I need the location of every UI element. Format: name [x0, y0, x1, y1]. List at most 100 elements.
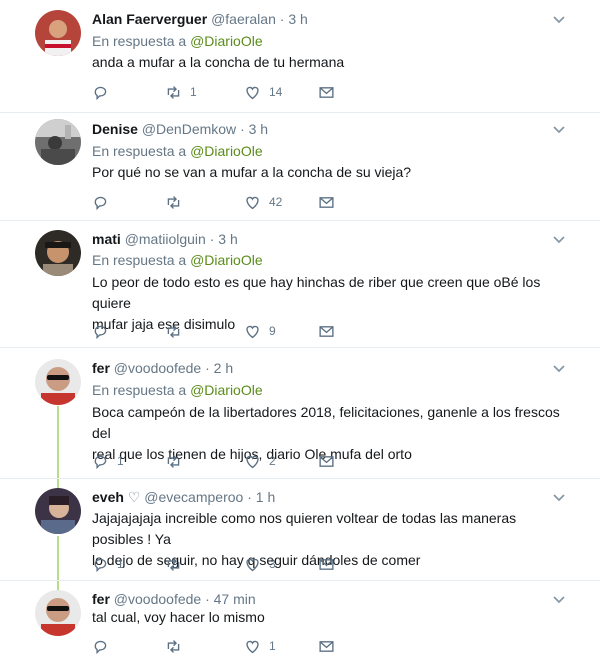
like-button[interactable]: 3 [244, 554, 276, 574]
reply-icon [94, 640, 107, 654]
reply-prefix: En respuesta a [92, 382, 187, 398]
reply-button[interactable] [92, 82, 117, 102]
avatar[interactable] [35, 359, 81, 405]
tweet-text: Por qué no se van a mufar a la concha de… [92, 162, 562, 183]
author-handle[interactable]: @matiiolguin [125, 231, 206, 247]
dm-button[interactable] [318, 554, 335, 574]
envelope-icon [319, 558, 334, 570]
chevron-down-icon[interactable] [552, 125, 566, 135]
reply-context: En respuesta a @DiarioOle [92, 32, 263, 50]
tweet[interactable]: eveh ♡ @evecamperoo · 1 h Jajajajajaja i… [0, 478, 600, 578]
author-name[interactable]: Alan Faerverguer [92, 11, 207, 27]
retweet-button[interactable] [165, 554, 190, 574]
separator-dot: · [205, 360, 210, 376]
dm-button[interactable] [318, 451, 335, 471]
reply-button[interactable] [92, 192, 117, 212]
tweet-actions: 1 3 [92, 554, 352, 574]
author-name[interactable]: eveh [92, 489, 124, 505]
mention-link[interactable]: @DiarioOle [190, 252, 263, 268]
like-count: 3 [269, 557, 276, 571]
avatar[interactable] [35, 230, 81, 276]
retweet-icon [167, 85, 180, 99]
like-button[interactable]: 42 [244, 192, 282, 212]
author-handle[interactable]: @faeralan [211, 11, 276, 27]
retweet-button[interactable] [165, 636, 190, 656]
author-handle[interactable]: @evecamperoo [144, 489, 243, 505]
mention-link[interactable]: @DiarioOle [190, 382, 263, 398]
like-button[interactable]: 1 [244, 636, 276, 656]
timestamp[interactable]: 47 min [214, 591, 256, 607]
separator-dot: · [205, 591, 210, 607]
timestamp[interactable]: 2 h [214, 360, 233, 376]
reply-prefix: En respuesta a [92, 143, 187, 159]
like-button[interactable]: 14 [244, 82, 282, 102]
chevron-down-icon[interactable] [552, 235, 566, 245]
reply-button[interactable] [92, 321, 117, 341]
tweet-text-line: Boca campeón de la libertadores 2018, fe… [92, 404, 560, 441]
reply-count: 1 [117, 557, 124, 571]
reply-button[interactable] [92, 636, 117, 656]
like-button[interactable]: 2 [244, 451, 276, 471]
tweet[interactable]: Alan Faerverguer @faeralan · 3 h En resp… [0, 0, 600, 110]
tweet-text-line: Por qué no se van a mufar a la concha de… [92, 164, 412, 180]
avatar[interactable] [35, 590, 81, 636]
reply-count: 1 [117, 454, 124, 468]
timestamp[interactable]: 3 h [218, 231, 237, 247]
tweet-actions: 9 [92, 321, 352, 341]
heart-icon [246, 325, 259, 338]
retweet-button[interactable] [165, 321, 190, 341]
avatar[interactable] [35, 488, 81, 534]
envelope-icon [319, 640, 334, 652]
retweet-button[interactable] [165, 451, 190, 471]
like-count: 9 [269, 324, 276, 338]
chevron-down-icon[interactable] [552, 15, 566, 25]
author-handle[interactable]: @DenDemkow [142, 121, 236, 137]
tweet[interactable]: fer @voodoofede · 2 h En respuesta a @Di… [0, 347, 600, 477]
retweet-button[interactable] [165, 192, 190, 212]
tweet[interactable]: mati @matiiolguin · 3 h En respuesta a @… [0, 220, 600, 346]
separator-dot: · [240, 121, 245, 137]
tweet-text-line: anda a mufar a la concha de tu hermana [92, 54, 345, 70]
reply-context: En respuesta a @DiarioOle [92, 251, 263, 269]
retweet-icon [167, 557, 180, 571]
reply-icon [94, 558, 107, 572]
reply-button[interactable]: 1 [92, 451, 124, 471]
name-suffix-heart: ♡ [127, 489, 141, 505]
dm-button[interactable] [318, 192, 335, 212]
tweet-actions: 1 [92, 636, 352, 656]
like-count: 42 [269, 195, 283, 209]
chevron-down-icon[interactable] [552, 493, 566, 503]
like-button[interactable]: 9 [244, 321, 276, 341]
envelope-icon [319, 455, 334, 467]
author-name[interactable]: mati [92, 231, 121, 247]
tweet-actions: 1 2 [92, 451, 352, 471]
envelope-icon [319, 325, 334, 337]
retweet-button[interactable]: 1 [165, 82, 197, 102]
reply-button[interactable]: 1 [92, 554, 124, 574]
author-handle[interactable]: @voodoofede [114, 360, 201, 376]
reply-icon [94, 196, 107, 210]
timestamp[interactable]: 3 h [249, 121, 268, 137]
dm-button[interactable] [318, 636, 335, 656]
chevron-down-icon[interactable] [552, 595, 566, 605]
timestamp[interactable]: 3 h [288, 11, 307, 27]
chevron-down-icon[interactable] [552, 364, 566, 374]
author-name[interactable]: Denise [92, 121, 138, 137]
tweet[interactable]: fer @voodoofede · 47 min tal cual, voy h… [0, 580, 600, 656]
tweet-actions: 42 [92, 192, 352, 212]
tweet-text-line: tal cual, voy hacer lo mismo [92, 609, 265, 625]
mention-link[interactable]: @DiarioOle [190, 143, 263, 159]
author-handle[interactable]: @voodoofede [114, 591, 201, 607]
avatar[interactable] [35, 10, 81, 56]
envelope-icon [319, 86, 334, 98]
avatar[interactable] [35, 119, 81, 165]
reply-icon [94, 86, 107, 100]
tweet[interactable]: Denise @DenDemkow · 3 h En respuesta a @… [0, 112, 600, 220]
author-name[interactable]: fer [92, 591, 110, 607]
timestamp[interactable]: 1 h [256, 489, 275, 505]
reply-context: En respuesta a @DiarioOle [92, 142, 263, 160]
author-name[interactable]: fer [92, 360, 110, 376]
dm-button[interactable] [318, 82, 335, 102]
dm-button[interactable] [318, 321, 335, 341]
mention-link[interactable]: @DiarioOle [190, 33, 263, 49]
